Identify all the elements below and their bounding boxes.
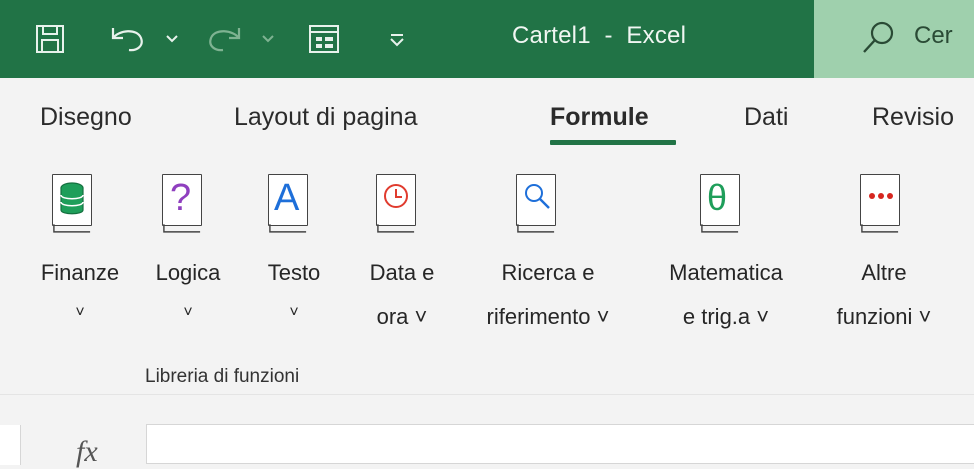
altre-funzioni-label-2: funzioni ˅ xyxy=(836,304,932,329)
lookup-book-icon xyxy=(516,174,558,234)
ricerca-label-1: Ricerca e xyxy=(501,260,595,285)
data-e-ora-label-2: ora ˅ xyxy=(376,304,428,329)
save-icon[interactable] xyxy=(30,20,70,58)
matematica-label-2: e trig.a ˅ xyxy=(682,304,770,329)
logica-label: Logica xyxy=(155,260,221,285)
tab-disegno[interactable]: Disegno xyxy=(40,103,132,132)
redo-icon[interactable] xyxy=(204,20,246,58)
finanze-button[interactable]: Finanze ˅ xyxy=(28,156,132,346)
tab-revisione[interactable]: Revisio xyxy=(872,103,954,132)
group-label: Libreria di funzioni xyxy=(145,366,300,387)
matematica-e-trig-button[interactable]: θ Matematica e trig.a ˅ xyxy=(644,156,808,346)
clock-book-icon xyxy=(376,174,418,234)
testo-button[interactable]: A Testo ˅ xyxy=(248,156,340,346)
formula-input[interactable] xyxy=(146,424,974,464)
chevron-down-icon: ˅ xyxy=(289,304,299,321)
finance-book-icon xyxy=(52,174,94,234)
name-box[interactable] xyxy=(0,425,21,465)
ribbon-panel: Finanze ˅ ? Logica ˅ A Testo ˅ Data e or… xyxy=(0,156,974,394)
tab-layout-di-pagina[interactable]: Layout di pagina xyxy=(234,103,417,132)
text-book-icon: A xyxy=(268,174,310,234)
tab-formule[interactable]: Formule xyxy=(550,103,649,132)
chevron-down-icon: ˅ xyxy=(183,304,193,321)
search-icon xyxy=(858,18,898,63)
document-title: Cartel1 - Excel xyxy=(512,22,687,49)
logic-book-icon: ? xyxy=(162,174,204,234)
ricerca-e-riferimento-button[interactable]: Ricerca e riferimento ˅ xyxy=(456,156,640,346)
redo-dropdown-icon[interactable] xyxy=(258,20,278,58)
search-box[interactable]: Cer xyxy=(814,0,974,78)
data-e-ora-label-1: Data e xyxy=(369,260,435,285)
finanze-label: Finanze xyxy=(40,260,120,285)
formula-bar: fx xyxy=(0,394,974,468)
more-functions-book-icon xyxy=(860,174,902,234)
active-tab-indicator xyxy=(550,140,676,145)
ricerca-label-2: riferimento ˅ xyxy=(486,304,610,329)
ribbon-tabs: Disegno Layout di pagina Formule Dati Re… xyxy=(0,78,974,156)
altre-funzioni-label-1: Altre xyxy=(861,260,907,285)
customize-qat-icon[interactable] xyxy=(382,20,412,58)
form-icon[interactable] xyxy=(304,20,344,58)
tab-dati[interactable]: Dati xyxy=(744,103,788,132)
logica-button[interactable]: ? Logica ˅ xyxy=(142,156,234,346)
matematica-label-1: Matematica xyxy=(669,260,783,285)
title-bar: Cartel1 - Excel Cer xyxy=(0,0,974,78)
insert-function-icon[interactable]: fx xyxy=(76,435,98,469)
chevron-down-icon: ˅ xyxy=(75,304,85,321)
search-placeholder: Cer xyxy=(914,22,953,49)
undo-icon[interactable] xyxy=(106,20,148,58)
theta-book-icon: θ xyxy=(700,174,742,234)
altre-funzioni-button[interactable]: Altre funzioni ˅ xyxy=(814,156,954,346)
undo-dropdown-icon[interactable] xyxy=(162,20,182,58)
testo-label: Testo xyxy=(267,260,321,285)
data-e-ora-button[interactable]: Data e ora ˅ xyxy=(350,156,454,346)
